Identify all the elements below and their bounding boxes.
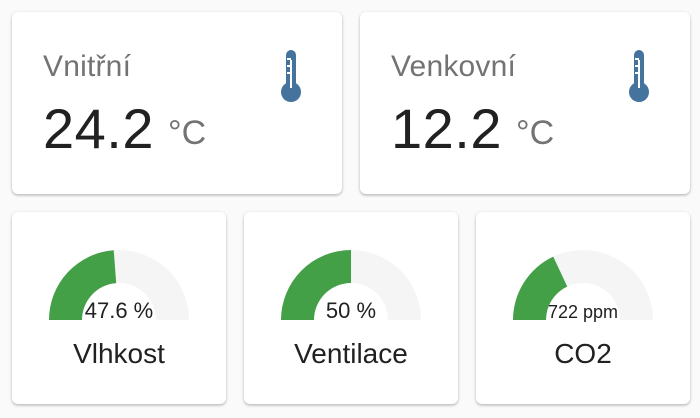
sensor-reading: 24.2 °C: [43, 96, 206, 161]
sensor-name: Venkovní: [391, 50, 517, 83]
gauge-card-ventilation[interactable]: 50 % Ventilace: [244, 212, 458, 404]
sensor-reading: 12.2 °C: [391, 96, 554, 161]
thermometer-icon: [629, 50, 649, 102]
gauge-name: Ventilace: [294, 338, 408, 369]
dashboard: { "colors": { "gauge_fill": "#43a047", "…: [0, 0, 700, 418]
gauge-card-humidity[interactable]: 47.6 % Vlhkost: [12, 212, 226, 404]
thermometer-icon: [281, 50, 301, 102]
sensor-value: 24.2: [43, 97, 154, 160]
gauge-name: CO2: [554, 338, 612, 369]
gauge-value: 50 %: [325, 298, 377, 323]
sensor-unit: °C: [168, 114, 207, 152]
sensor-value: 12.2: [391, 97, 502, 160]
sensor-card-indoor[interactable]: Vnitřní 24.2 °C: [12, 12, 342, 194]
gauge-card-co2[interactable]: 722 ppm CO2: [476, 212, 690, 404]
sensor-unit: °C: [516, 114, 555, 152]
gauge-name: Vlhkost: [73, 338, 165, 369]
sensor-name: Vnitřní: [43, 50, 132, 83]
gauge-value: 47.6 %: [84, 298, 154, 323]
gauge-value: 722 ppm: [547, 302, 619, 322]
sensor-card-outdoor[interactable]: Venkovní 12.2 °C: [360, 12, 690, 194]
